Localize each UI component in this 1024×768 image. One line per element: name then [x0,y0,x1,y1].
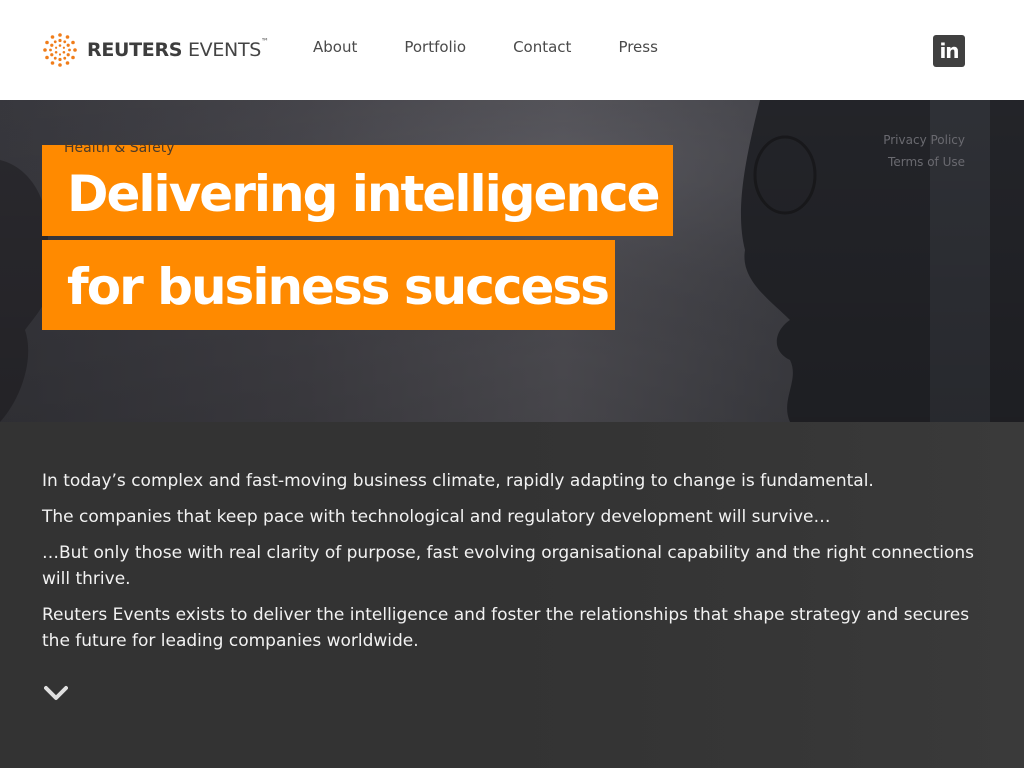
reuters-dot-logo-icon [43,33,77,67]
privacy-policy-link[interactable]: Privacy Policy [883,133,965,147]
intro-section: In today’s complex and fast-moving busin… [0,422,1024,768]
category-label: Health & Safety [64,140,175,156]
nav-contact[interactable]: Contact [513,38,571,56]
nav-press[interactable]: Press [618,38,657,56]
intro-paragraph-2: The companies that keep pace with techno… [42,507,831,527]
reuters-events-logo[interactable]: REUTERS EVENTS™ [42,32,269,68]
headline-text-2: for business success [67,258,610,316]
headline-line-1: Delivering intelligence [42,145,673,236]
legal-links: Privacy Policy Terms of Use [883,133,965,177]
logo-brand-light: EVENTS [187,39,262,61]
linkedin-icon[interactable]: in [933,35,965,67]
intro-paragraph-3: …But only those with real clarity of pur… [42,543,975,589]
nav-about[interactable]: About [313,38,357,56]
nav-portfolio[interactable]: Portfolio [404,38,466,56]
headline-line-2: for business success [42,240,615,330]
hero-banner: Health & Safety Delivering intelligence … [0,100,1024,422]
logo-trademark: ™ [261,37,269,46]
logo-wordmark: REUTERS EVENTS™ [87,37,269,61]
main-nav: About Portfolio Contact Press [313,38,705,56]
logo-brand-bold: REUTERS [87,39,183,61]
chevron-down-icon[interactable] [44,684,68,702]
intro-paragraph-4: Reuters Events exists to deliver the int… [42,605,970,651]
terms-of-use-link[interactable]: Terms of Use [883,155,965,169]
headline-text-1: Delivering intelligence [67,165,661,223]
site-header: REUTERS EVENTS™ About Portfolio Contact … [0,0,1024,100]
intro-paragraph-1: In today’s complex and fast-moving busin… [42,471,874,491]
